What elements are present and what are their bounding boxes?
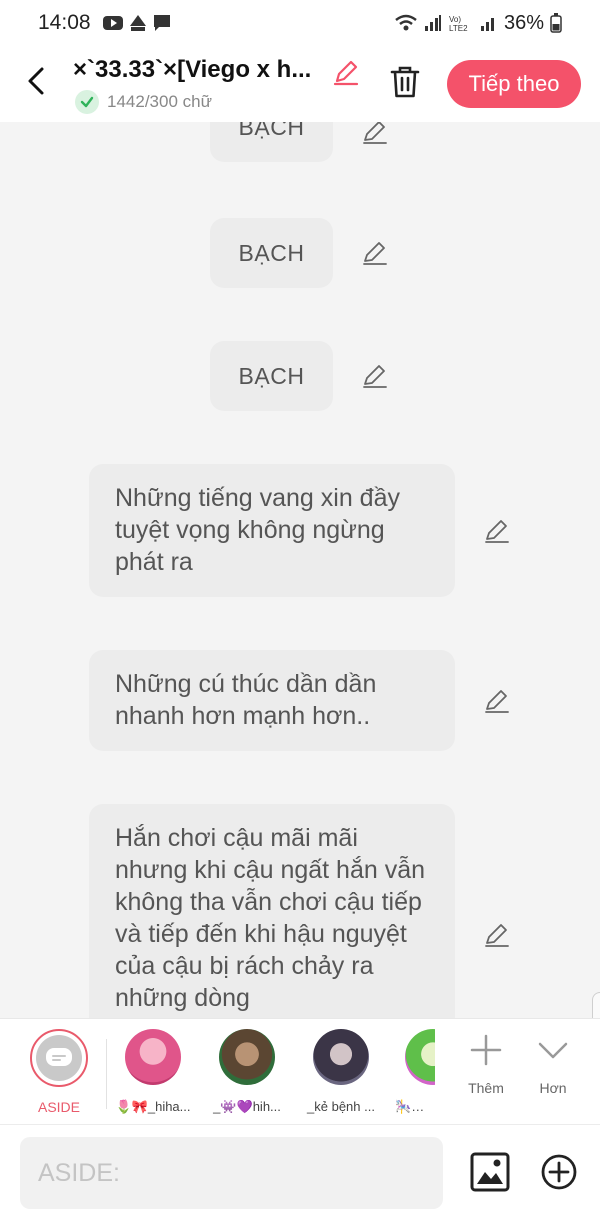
input-bar — [0, 1124, 600, 1211]
check-icon — [75, 90, 99, 114]
character-item[interactable]: _👾💜hih... — [207, 1029, 287, 1115]
back-arrow-icon[interactable] — [22, 64, 52, 98]
message-bubble[interactable]: BẠCH — [210, 218, 333, 288]
message-bubble[interactable]: BẠCH — [210, 341, 333, 411]
character-item[interactable]: _kẻ bệnh ... — [301, 1029, 381, 1114]
chat-bubble-icon — [46, 1048, 72, 1066]
chevron-down-icon — [538, 1042, 568, 1059]
avatar — [219, 1029, 275, 1085]
editor-header: ×`33.33`×[Viego x h... 1442/300 chữ Tiếp… — [0, 46, 600, 122]
image-icon[interactable] — [470, 1152, 510, 1192]
next-button[interactable]: Tiếp theo — [447, 60, 581, 108]
message-bubble[interactable]: BẠCH — [210, 122, 333, 162]
add-circle-icon[interactable] — [541, 1154, 577, 1190]
aside-character[interactable]: ASIDE — [30, 1029, 88, 1115]
mm-app-icon — [129, 15, 146, 31]
edit-pencil-icon[interactable] — [483, 687, 511, 715]
battery-percent: 36% — [503, 11, 544, 34]
message-bubble[interactable]: Hắn chơi cậu mãi mãi nhưng khi cậu ngất … — [89, 804, 455, 1018]
edit-pencil-icon[interactable] — [361, 362, 389, 390]
message-icon — [153, 15, 170, 31]
edit-pencil-icon[interactable] — [483, 517, 511, 545]
edit-pencil-icon[interactable] — [483, 921, 511, 949]
aside-label: ASIDE — [37, 1099, 80, 1115]
avatar — [125, 1029, 181, 1085]
avatar — [405, 1029, 435, 1085]
plus-icon — [470, 1034, 502, 1066]
battery-icon — [550, 13, 562, 33]
character-item[interactable]: 🌷🎀_hiha... — [113, 1029, 193, 1115]
edit-pencil-icon[interactable] — [361, 239, 389, 267]
aside-avatar — [30, 1029, 88, 1087]
message-bubble[interactable]: Những cú thúc dần dần nhanh hơn mạnh hơn… — [89, 650, 455, 751]
signal-icon-2 — [480, 18, 494, 31]
svg-text:LTE2: LTE2 — [449, 24, 468, 32]
message-bubble[interactable]: Những tiếng vang xin đầy tuyệt vọng khôn… — [89, 464, 455, 597]
character-name: _kẻ bệnh ... — [307, 1099, 375, 1114]
character-name: 🌷🎀_hiha... — [115, 1099, 191, 1114]
collapse-button[interactable]: Hơn — [523, 1033, 583, 1096]
add-character-button[interactable]: Thêm — [456, 1033, 516, 1096]
character-bar: ASIDE 🌷🎀_hiha... _👾💜hih... _kẻ bệnh ... … — [0, 1018, 600, 1124]
svg-text:Vo): Vo) — [449, 15, 461, 24]
word-count-text: 1442/300 chữ — [107, 92, 212, 111]
message-list[interactable]: BẠCH BẠCH BẠCH Những tiếng vang xin đầy … — [0, 122, 600, 1018]
youtube-icon — [102, 16, 123, 30]
trash-icon[interactable] — [388, 64, 422, 100]
less-label: Hơn — [539, 1080, 567, 1096]
avatar — [313, 1029, 369, 1085]
edit-title-pencil-icon[interactable] — [332, 58, 360, 86]
volte-icon: Vo)LTE2 — [449, 15, 468, 32]
status-time: 14:08 — [38, 11, 91, 34]
wifi-icon — [395, 14, 417, 31]
character-name: 🎠🎡... — [395, 1099, 435, 1114]
more-label: Thêm — [468, 1080, 504, 1096]
divider — [106, 1039, 107, 1109]
story-title[interactable]: ×`33.33`×[Viego x h... — [73, 56, 329, 84]
status-bar: 14:08 Vo) LTE2 36% — [0, 0, 600, 46]
edit-pencil-icon[interactable] — [361, 122, 389, 146]
message-input[interactable] — [20, 1137, 443, 1209]
word-count: 1442/300 chữ — [75, 90, 212, 114]
character-item[interactable]: 🎠🎡... — [395, 1029, 435, 1115]
character-name: _👾💜hih... — [213, 1099, 281, 1114]
signal-icon — [424, 15, 441, 31]
